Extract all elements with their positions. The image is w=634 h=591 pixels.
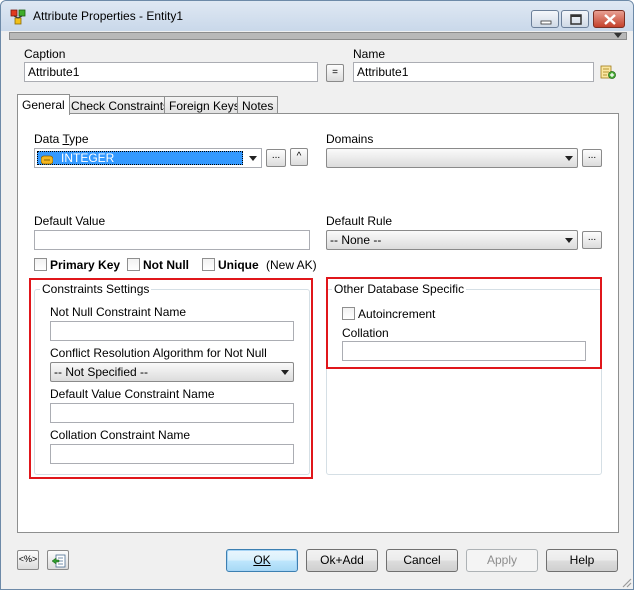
minimize-button[interactable] [531, 10, 559, 28]
tab-check-constraints[interactable]: Check Constraints [66, 96, 175, 114]
tab-general[interactable]: General [17, 94, 70, 115]
export-icon [51, 553, 67, 569]
attribute-options-icon[interactable] [600, 64, 616, 80]
menu-strip[interactable] [9, 32, 627, 40]
tab-notes[interactable]: Notes [237, 96, 279, 114]
resize-grip-icon[interactable] [620, 576, 632, 588]
ok-add-button[interactable]: Ok+Add [306, 549, 378, 572]
primary-key-checkbox[interactable] [34, 258, 47, 271]
sql-preview-icon: <%> [18, 554, 38, 564]
attribute-properties-window: Attribute Properties - Entity1 Caption A… [0, 0, 634, 590]
name-label: Name [353, 47, 386, 61]
data-type-select[interactable]: INTEGER [34, 148, 262, 168]
default-rule-select[interactable]: -- None -- [326, 230, 578, 250]
name-input[interactable]: Attribute1 [353, 62, 594, 82]
domains-label: Domains [326, 132, 374, 146]
default-value-input[interactable] [34, 230, 310, 250]
chevron-down-icon [249, 156, 257, 161]
tab-foreign-keys[interactable]: Foreign Keys [164, 96, 245, 114]
default-rule-label: Default Rule [326, 214, 393, 228]
new-ak-label: (New AK) [266, 258, 317, 272]
integer-type-icon [40, 154, 54, 165]
default-rule-value: -- None -- [330, 233, 382, 247]
window-title: Attribute Properties - Entity1 [33, 9, 184, 23]
title-bar[interactable]: Attribute Properties - Entity1 [1, 1, 633, 31]
apply-button[interactable]: Apply [466, 549, 538, 572]
unique-label: Unique [218, 258, 259, 272]
chevron-down-icon [565, 156, 573, 161]
default-value-label: Default Value [34, 214, 106, 228]
data-type-label: Data Type [34, 132, 89, 146]
other-database-specific-highlight [326, 277, 602, 369]
menu-strip-arrow-icon[interactable] [614, 33, 622, 38]
help-button[interactable]: Help [546, 549, 618, 572]
primary-key-label: Primary Key [50, 258, 121, 272]
data-type-value: INTEGER [61, 151, 115, 165]
not-null-checkbox[interactable] [127, 258, 140, 271]
default-rule-more-button[interactable]: ... [582, 231, 602, 249]
not-null-label: Not Null [143, 258, 189, 272]
app-icon [10, 9, 26, 25]
data-type-up-button[interactable]: ^ [290, 148, 308, 166]
chevron-down-icon [565, 238, 573, 243]
unique-checkbox[interactable] [202, 258, 215, 271]
ok-button[interactable]: OK [226, 549, 298, 572]
data-type-more-button[interactable]: ... [266, 149, 286, 167]
copy-caption-to-name-button[interactable]: = [326, 64, 344, 82]
cancel-button[interactable]: Cancel [386, 549, 458, 572]
constraints-settings-highlight [29, 278, 313, 479]
domains-more-button[interactable]: ... [582, 149, 602, 167]
caption-input[interactable]: Attribute1 [24, 62, 318, 82]
export-properties-button[interactable] [47, 550, 69, 570]
maximize-button[interactable] [561, 10, 589, 28]
close-button[interactable] [593, 10, 625, 28]
sql-preview-button[interactable]: <%> [17, 550, 39, 570]
caption-label: Caption [24, 47, 66, 61]
domains-select[interactable] [326, 148, 578, 168]
